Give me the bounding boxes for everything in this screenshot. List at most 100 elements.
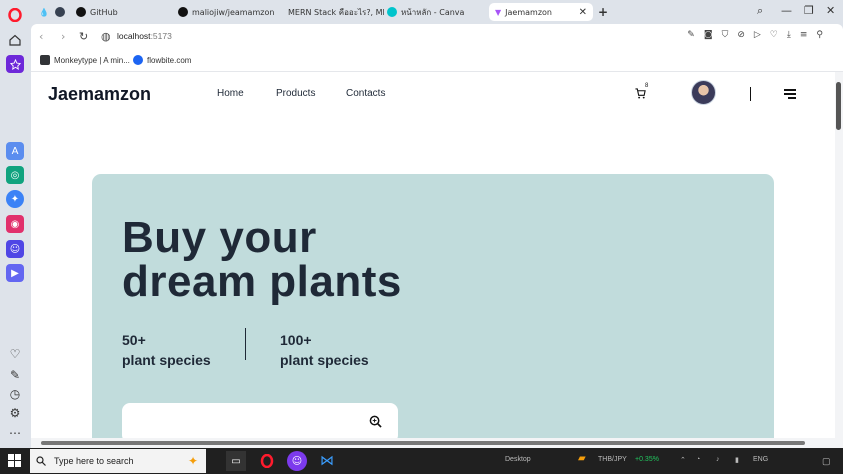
cart-count-badge: 8	[645, 83, 649, 89]
download-icon[interactable]: ⤓	[787, 30, 791, 40]
minimize-icon[interactable]: —	[781, 4, 792, 17]
player-icon[interactable]: ▶	[6, 264, 24, 282]
hero-title-line2: dream plants	[122, 257, 402, 306]
camera-icon[interactable]: ◙	[704, 30, 713, 40]
download-circle-icon	[55, 7, 65, 17]
desktop-label[interactable]: Desktop	[505, 456, 531, 463]
edit-icon[interactable]: ✎	[687, 30, 695, 40]
more-icon[interactable]: ⋯	[6, 424, 24, 442]
history-icon[interactable]: ◷	[6, 385, 24, 403]
search-icon[interactable]	[369, 415, 382, 433]
heart-icon[interactable]: ♡	[770, 30, 778, 40]
tab-canva[interactable]: หน้าหลัก - Canva	[387, 3, 482, 21]
tab-strip: 💧 GitHub maliojiw/jeamamzon MERN Stack ค…	[31, 0, 843, 24]
hero-banner: Buy your dream plants 50+ plant species …	[92, 174, 774, 438]
discord-icon[interactable]: ☺	[6, 240, 24, 258]
play-icon[interactable]: ▷	[754, 30, 761, 40]
horizontal-scrollbar[interactable]	[31, 438, 835, 448]
windows-start-icon[interactable]	[8, 454, 22, 468]
menu-icon[interactable]: ≡	[800, 30, 808, 40]
settings-icon[interactable]: ⚙	[6, 404, 24, 422]
stat-species-2: 100+ plant species	[280, 330, 369, 370]
new-tab-button[interactable]: +	[598, 3, 608, 21]
site-info-icon[interactable]: ◍	[101, 30, 111, 43]
tab-jaemamzon[interactable]: ▼ Jaemamzon ✕	[489, 3, 593, 21]
url-host: localhost	[117, 31, 151, 41]
tray-chevron-icon[interactable]: ⌃	[680, 456, 686, 464]
tab-label: maliojiw/jeamamzon	[192, 7, 275, 17]
site-logo[interactable]: Jaemamzon	[48, 84, 151, 105]
restore-icon[interactable]: ❐	[804, 4, 814, 17]
vertical-scrollbar[interactable]	[835, 72, 843, 448]
url-field[interactable]: localhost:5173	[117, 31, 172, 41]
user-avatar[interactable]	[691, 80, 716, 105]
page-viewport: Jaemamzon Home Products Contacts 8 Buy y…	[31, 72, 835, 438]
search-tabs-icon[interactable]: ⌕	[757, 4, 763, 18]
instagram-icon[interactable]: ◉	[6, 215, 24, 233]
opera-sidebar: A ◎ ✦ ◉ ☺ ▶ ♡ ✎ ◷ ⚙ ⋯	[0, 0, 31, 448]
tab-label: GitHub	[90, 7, 118, 17]
monkeytype-icon	[40, 55, 50, 65]
opera-logo-icon[interactable]	[6, 6, 24, 24]
bookmark-monkeytype[interactable]: Monkeytype | A min...	[40, 55, 130, 65]
volume-icon[interactable]: ♪	[716, 456, 720, 463]
drop-icon: 💧	[39, 7, 49, 17]
battery-icon[interactable]: ▮	[735, 456, 739, 464]
tab-repo[interactable]: maliojiw/jeamamzon	[178, 3, 283, 21]
app-store-icon[interactable]: A	[6, 142, 24, 160]
stat-label: plant species	[280, 352, 369, 368]
taskbar-search[interactable]: Type here to search ✦	[30, 449, 206, 473]
close-window-icon[interactable]: ✕	[826, 4, 835, 17]
discord-taskbar-icon[interactable]: ☺	[287, 451, 307, 471]
language-indicator[interactable]: ENG	[753, 456, 768, 463]
search-icon	[36, 456, 46, 466]
ticker-change: +0.35%	[635, 456, 659, 463]
messenger-icon[interactable]: ✦	[6, 190, 24, 208]
stat-value: 50+	[122, 332, 146, 348]
tab-label: MERN Stack คืออะไร?, MER	[288, 7, 384, 17]
profile-icon[interactable]: ⚲	[816, 30, 823, 40]
hero-title: Buy your dream plants	[122, 216, 402, 304]
canva-icon	[387, 7, 397, 17]
back-icon[interactable]: ‹	[39, 30, 43, 43]
network-icon[interactable]: ◔	[696, 456, 700, 463]
vscode-icon[interactable]: ⋈	[317, 451, 337, 471]
nav-home[interactable]: Home	[217, 88, 244, 99]
shield-icon[interactable]: ⛉	[722, 30, 729, 40]
scroll-thumb[interactable]	[836, 82, 841, 130]
hero-title-line1: Buy your	[122, 213, 317, 262]
opera-taskbar-icon[interactable]	[257, 451, 277, 471]
tab-extension[interactable]: 💧	[39, 3, 49, 21]
stat-label: plant species	[122, 352, 211, 368]
tab-mern[interactable]: MERN Stack คืออะไร?, MER	[284, 3, 384, 21]
address-bar: ‹ › ↻ ◍ localhost:5173 ✎ ◙ ⛉ ⊘ ▷ ♡ ⤓ ≡ ⚲	[31, 24, 843, 50]
toolbar-icons: ✎ ◙ ⛉ ⊘ ▷ ♡ ⤓ ≡ ⚲	[687, 30, 823, 40]
hamburger-menu-icon[interactable]	[784, 89, 796, 101]
sparkle-icon: ✦	[187, 454, 198, 468]
edit-icon[interactable]: ✎	[6, 366, 24, 384]
nav-contacts[interactable]: Contacts	[346, 88, 385, 99]
bookmark-label: flowbite.com	[147, 55, 192, 65]
plant-search-box[interactable]	[122, 403, 398, 438]
terminal-icon[interactable]: ▭	[226, 451, 246, 471]
tab-label: หน้าหลัก - Canva	[401, 7, 465, 17]
tab-label: Jaemamzon	[505, 7, 552, 17]
vpn-icon[interactable]: ⊘	[737, 30, 745, 40]
bookmark-label: Monkeytype | A min...	[54, 55, 130, 65]
ai-assistant-icon[interactable]	[6, 55, 24, 73]
home-icon[interactable]	[6, 31, 24, 49]
tab-github[interactable]: GitHub	[76, 3, 176, 21]
vite-icon: ▼	[495, 7, 502, 17]
scroll-thumb[interactable]	[41, 441, 805, 445]
reload-icon[interactable]: ↻	[79, 30, 88, 43]
tab-downloads[interactable]	[55, 3, 65, 21]
bookmark-flowbite[interactable]: flowbite.com	[133, 55, 191, 65]
heart-icon[interactable]: ♡	[6, 345, 24, 363]
forward-icon[interactable]: ›	[61, 30, 65, 43]
ticker-symbol[interactable]: THB/JPY	[598, 456, 627, 463]
taskbar-search-placeholder: Type here to search	[54, 456, 134, 466]
close-tab-icon[interactable]: ✕	[579, 7, 587, 18]
notification-icon[interactable]: ▢	[822, 456, 831, 467]
nav-products[interactable]: Products	[276, 88, 315, 99]
chatgpt-icon[interactable]: ◎	[6, 166, 24, 184]
